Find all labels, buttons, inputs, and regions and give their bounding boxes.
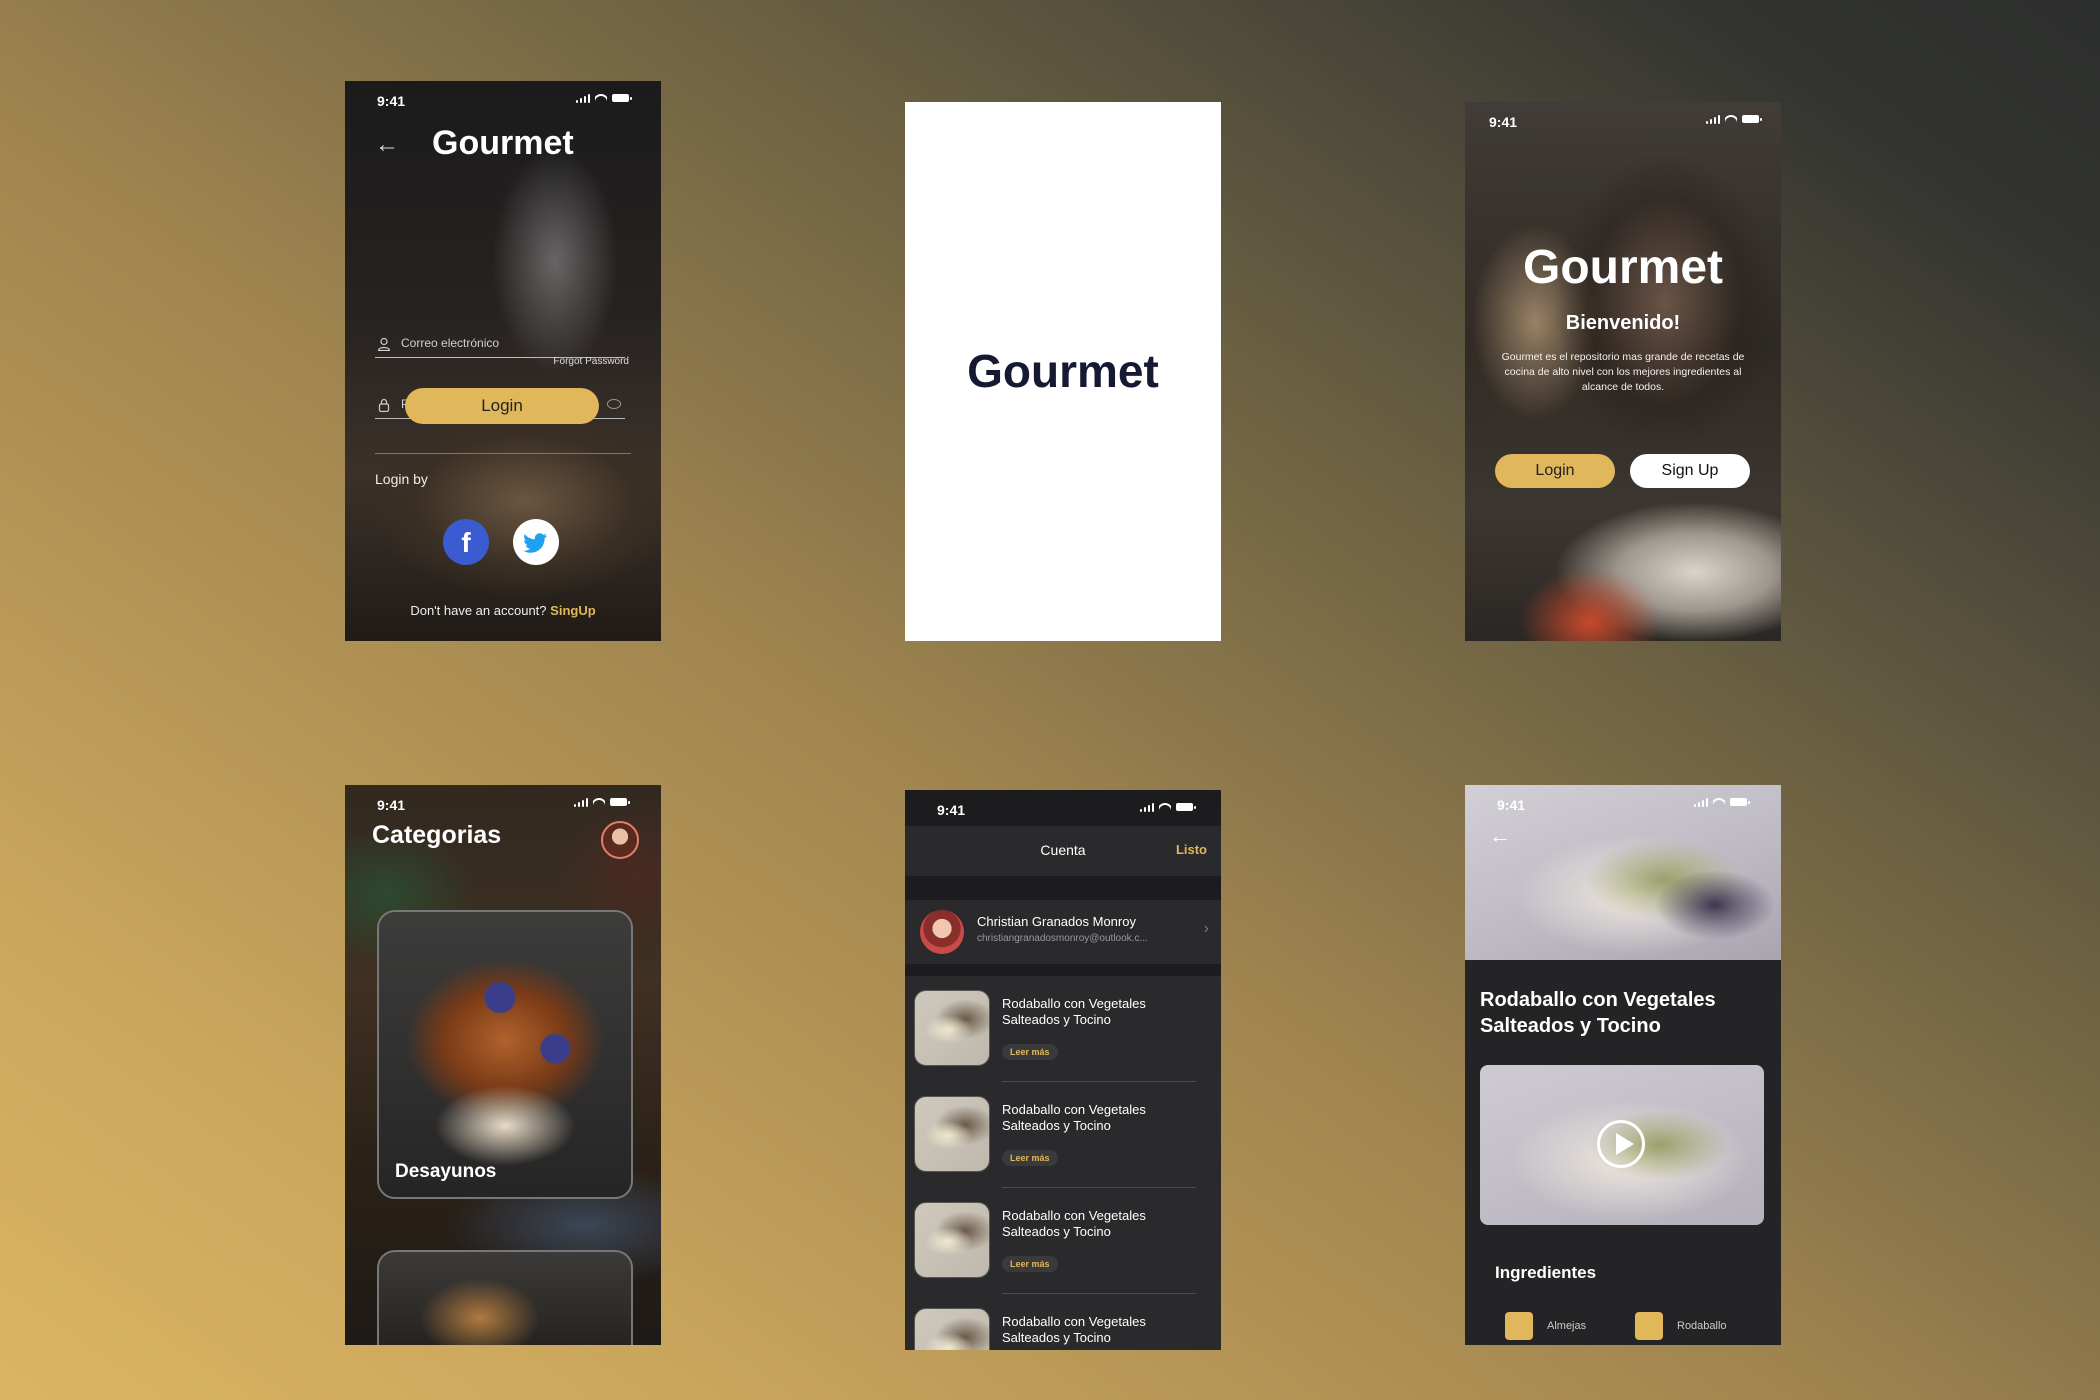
recipe-title: Rodaballo con Vegetales Salteados y Toci… xyxy=(1002,1208,1146,1239)
wifi-icon xyxy=(1159,803,1171,812)
nav-bar: Cuenta Listo xyxy=(905,826,1221,877)
section-gap xyxy=(905,876,1221,900)
wifi-icon xyxy=(1725,115,1737,124)
signup-link[interactable]: SingUp xyxy=(550,603,596,618)
lock-icon xyxy=(378,398,390,412)
recipe-thumbnail xyxy=(914,1308,990,1350)
signup-prompt-text: Don't have an account? xyxy=(410,603,547,618)
done-button[interactable]: Listo xyxy=(1176,842,1207,857)
status-time: 9:41 xyxy=(937,802,966,818)
signal-icon xyxy=(1139,802,1154,812)
divider xyxy=(375,453,631,454)
section-gap xyxy=(905,964,1221,976)
email-input[interactable] xyxy=(399,335,603,351)
signal-icon xyxy=(575,93,590,103)
battery-icon xyxy=(610,798,630,806)
categories-screen: 9:41 Categorias Desayunos xyxy=(345,785,661,1345)
chevron-right-icon: › xyxy=(1203,920,1209,937)
eye-icon[interactable] xyxy=(607,399,621,409)
welcome-title: Gourmet xyxy=(1522,241,1723,294)
back-arrow-icon[interactable]: ← xyxy=(1489,823,1511,849)
wifi-icon xyxy=(595,94,607,103)
video-player[interactable] xyxy=(1480,1065,1764,1225)
recipe-thumbnail xyxy=(914,990,990,1066)
splash-screen: Gourmet xyxy=(905,102,1221,641)
status-bar: 9:41 xyxy=(1465,102,1781,138)
ingredient-item: Rodaballo xyxy=(1635,1312,1727,1340)
twitter-icon[interactable] xyxy=(513,519,559,565)
status-bar: 9:41 xyxy=(905,790,1221,826)
status-time: 9:41 xyxy=(377,93,406,109)
ingredient-item: Almejas xyxy=(1505,1312,1586,1340)
battery-icon xyxy=(1730,798,1750,806)
ingredient-label: Rodaballo xyxy=(1677,1320,1727,1332)
login-by-label: Login by xyxy=(375,471,428,487)
login-screen: 9:41 ← Gourmet Forgot Password Login Log… xyxy=(345,81,661,641)
wifi-icon xyxy=(593,798,605,807)
recipe-title: Rodaballo con Vegetales Salteados y Toci… xyxy=(1480,989,1716,1037)
login-button[interactable]: Login xyxy=(405,388,599,424)
read-more-button[interactable]: Leer más xyxy=(1002,1256,1058,1272)
nav-title: Cuenta xyxy=(1040,842,1086,858)
signal-icon xyxy=(573,797,588,807)
user-email: christiangranadosmonroy@outlook.c... xyxy=(977,933,1148,944)
user-name: Christian Granados Monroy xyxy=(977,914,1136,929)
welcome-description: Gourmet es el repositorio mas grande de … xyxy=(1501,351,1745,393)
list-item[interactable]: Rodaballo con Vegetales Salteados y Toci… xyxy=(905,976,1221,1082)
page-title: Categorias xyxy=(372,821,502,849)
avatar xyxy=(920,910,964,954)
recipe-title: Rodaballo con Vegetales Salteados y Toci… xyxy=(1002,1102,1146,1133)
status-time: 9:41 xyxy=(377,797,406,813)
email-field[interactable] xyxy=(375,329,625,358)
list-item[interactable]: Rodaballo con Vegetales Salteados y Toci… xyxy=(905,1294,1221,1350)
recipe-title: Rodaballo con Vegetales Salteados y Toci… xyxy=(1002,1314,1146,1345)
recipe-detail-screen: 9:41 ← Rodaballo con Vegetales Salteados… xyxy=(1465,785,1781,1345)
battery-icon xyxy=(1176,803,1196,811)
recipe-thumbnail xyxy=(914,1202,990,1278)
signup-button[interactable]: Sign Up xyxy=(1630,454,1750,488)
signal-icon xyxy=(1705,114,1720,124)
account-screen: 9:41 Cuenta Listo Christian Granados Mon… xyxy=(905,790,1221,1350)
ingredient-swatch xyxy=(1635,1312,1663,1340)
ingredient-label: Almejas xyxy=(1547,1320,1587,1332)
read-more-button[interactable]: Leer más xyxy=(1002,1150,1058,1166)
welcome-subtitle: Bienvenido! xyxy=(1565,312,1681,334)
recipe-thumbnail xyxy=(914,1096,990,1172)
category-card-label: Desayunos xyxy=(395,1161,497,1182)
avatar[interactable] xyxy=(601,821,639,859)
status-bar: 9:41 xyxy=(345,785,661,821)
play-icon[interactable] xyxy=(1597,1120,1645,1168)
list-item[interactable]: Rodaballo con Vegetales Salteados y Toci… xyxy=(905,1188,1221,1294)
splash-logo-text: Gourmet xyxy=(967,345,1159,397)
login-button[interactable]: Login xyxy=(1495,454,1615,488)
back-arrow-icon[interactable]: ← xyxy=(375,131,399,159)
recipe-title: Rodaballo con Vegetales Salteados y Toci… xyxy=(1002,996,1146,1027)
category-card-desayunos[interactable]: Desayunos xyxy=(377,910,633,1199)
battery-icon xyxy=(612,94,632,102)
welcome-screen: 9:41 Gourmet Bienvenido! Gourmet es el r… xyxy=(1465,102,1781,641)
wifi-icon xyxy=(1713,798,1725,807)
facebook-icon[interactable]: f xyxy=(443,519,489,565)
list-item[interactable]: Rodaballo con Vegetales Salteados y Toci… xyxy=(905,1082,1221,1188)
status-bar: 9:41 xyxy=(1465,785,1781,821)
read-more-button[interactable]: Leer más xyxy=(1002,1044,1058,1060)
ingredients-heading: Ingredientes xyxy=(1495,1263,1597,1282)
forgot-password-link[interactable]: Forgot Password xyxy=(553,356,629,367)
app-title: Gourmet xyxy=(432,124,574,162)
account-row[interactable]: Christian Granados Monroy christiangrana… xyxy=(905,900,1221,965)
user-icon xyxy=(377,337,391,351)
ingredient-swatch xyxy=(1505,1312,1533,1340)
category-card[interactable] xyxy=(377,1250,633,1345)
battery-icon xyxy=(1742,115,1762,123)
status-time: 9:41 xyxy=(1489,114,1518,130)
signup-prompt: Don't have an account? SingUp xyxy=(345,603,661,618)
status-bar: 9:41 xyxy=(345,81,661,117)
status-time: 9:41 xyxy=(1497,797,1526,813)
signal-icon xyxy=(1693,797,1708,807)
